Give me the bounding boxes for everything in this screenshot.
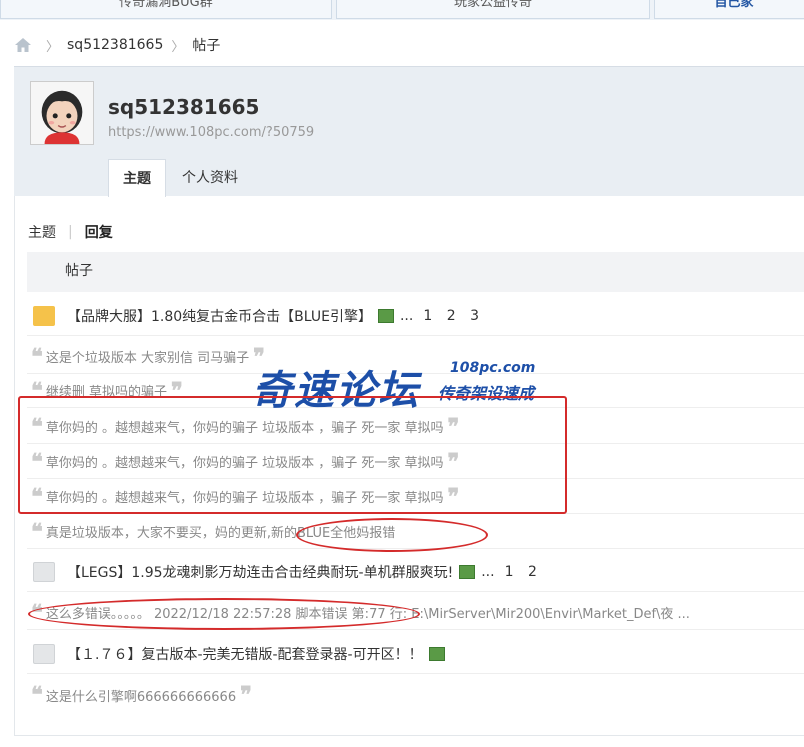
annotation-oval (296, 518, 488, 552)
annotation-oval (28, 598, 420, 630)
breadcrumb-page[interactable]: 帖子 (192, 35, 220, 55)
page-link[interactable]: 1 (423, 308, 432, 324)
reply-item[interactable]: ❝ 这是个垃圾版本 大家别信 司马骗子 ❞ (27, 340, 804, 374)
tab-profile-info[interactable]: 个人资料 (168, 159, 252, 197)
subtab-divider: | (68, 224, 73, 240)
table-header: 帖子 (27, 252, 804, 292)
tab-topics[interactable]: 主题 (108, 159, 166, 197)
chevron-right-icon: 〉 (46, 39, 60, 55)
thread-more: ... (481, 563, 495, 580)
subtabs: 主题 | 回复 (28, 222, 113, 242)
chevron-right-icon: 〉 (171, 39, 185, 55)
quote-open-icon: ❝ (31, 518, 43, 545)
nav-tab-own[interactable]: 自己家 (654, 0, 804, 19)
folder-icon (33, 561, 55, 582)
folder-icon (33, 643, 55, 664)
page-link[interactable]: 2 (447, 308, 456, 324)
thread-row[interactable]: 【LEGS】1.95龙魂刺影万劫连击合击经典耐玩-单机群服爽玩! ... 1 2 (27, 552, 804, 592)
image-attachment-icon (459, 564, 476, 579)
top-nav: 传奇漏洞BUG群 玩家公益传奇 自己家 (0, 0, 804, 20)
thread-title[interactable]: 【品牌大服】1.80纯复古金币合击【BLUE引擎】 (67, 306, 372, 326)
page-link[interactable]: 1 (505, 564, 514, 580)
quote-open-icon: ❝ (31, 682, 43, 708)
folder-hot-icon (33, 305, 55, 326)
home-icon[interactable] (14, 37, 32, 53)
subtab-replies[interactable]: 回复 (85, 222, 113, 242)
quote-close-icon: ❞ (253, 343, 265, 370)
quote-open-icon: ❝ (31, 343, 43, 370)
thread-title[interactable]: 【１.７６】复古版本-完美无错版-配套登录器-可开区！！ (67, 644, 423, 664)
image-attachment-icon (377, 308, 394, 323)
profile-url[interactable]: https://www.108pc.com/?50759 (108, 125, 314, 140)
thread-row[interactable]: 【品牌大服】1.80纯复古金币合击【BLUE引擎】 ... 1 2 3 (27, 296, 804, 336)
reply-text[interactable]: 这是什么引擎啊666666666666 (46, 686, 236, 705)
reply-text[interactable]: 这是个垃圾版本 大家别信 司马骗子 (46, 347, 249, 366)
thread-title[interactable]: 【LEGS】1.95龙魂刺影万劫连击合击经典耐玩-单机群服爽玩! (67, 562, 453, 582)
nav-tab-public-legend[interactable]: 玩家公益传奇 (336, 0, 650, 19)
quote-close-icon: ❞ (240, 682, 252, 708)
thread-pages: 1 2 (495, 564, 537, 580)
thread-more: ... (399, 307, 414, 324)
profile-header: sq512381665 https://www.108pc.com/?50759… (14, 66, 804, 197)
profile-username: sq512381665 (108, 95, 260, 119)
annotation-box (18, 396, 567, 514)
page-link[interactable]: 2 (528, 564, 537, 580)
breadcrumb: 〉 sq512381665 〉 帖子 (14, 34, 220, 56)
thread-row[interactable]: 【１.７６】复古版本-完美无错版-配套登录器-可开区！！ (27, 634, 804, 674)
subtab-topics[interactable]: 主题 (28, 222, 56, 242)
breadcrumb-user[interactable]: sq512381665 (67, 37, 163, 53)
avatar[interactable] (30, 81, 94, 145)
nav-tab-bug-group[interactable]: 传奇漏洞BUG群 (0, 0, 332, 19)
reply-item[interactable]: ❝ 这是什么引擎啊666666666666 ❞ (27, 678, 804, 712)
image-attachment-icon (428, 646, 445, 661)
thread-pages: 1 2 3 (413, 308, 479, 324)
table-header-label: 帖子 (65, 263, 93, 279)
page-link[interactable]: 3 (470, 308, 479, 324)
